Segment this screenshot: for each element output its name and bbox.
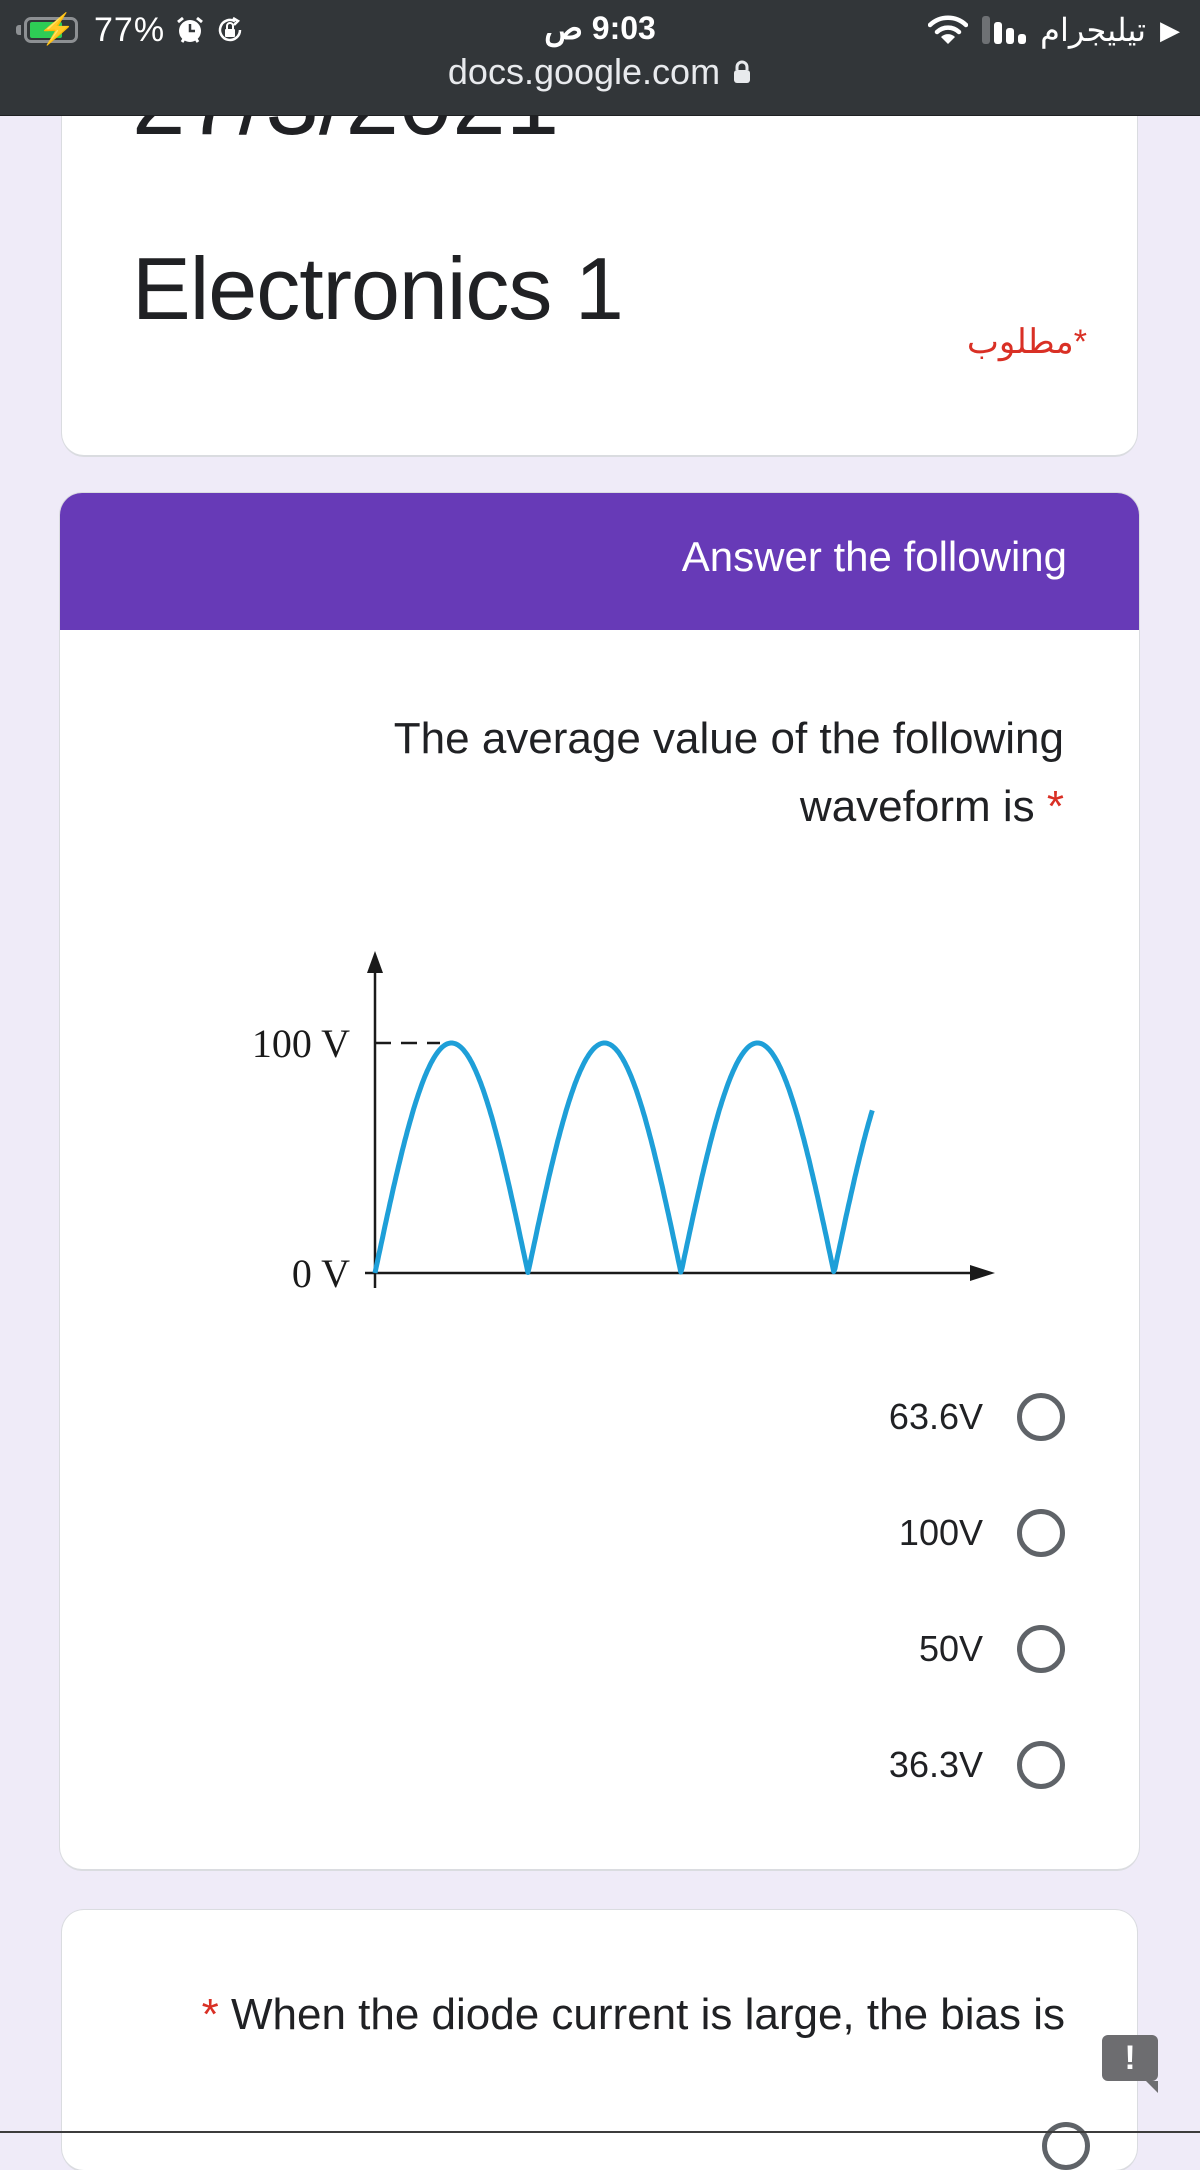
section-title: Answer the following [681,533,1067,580]
exclamation-icon: ! [1124,2039,1136,2077]
url-text: docs.google.com [447,51,721,92]
question-title: The average value of the following wavef… [304,705,1064,841]
form-header-card: 27/3/2021 Electronics 1 *مطلوب [62,52,1137,455]
signal-icon [982,16,1027,44]
answer-option[interactable]: 63.6V [565,1359,1065,1475]
waveform-chart: 100 V 0 V [252,951,995,1296]
question-text-2: When the diode current is large, the bia… [230,1990,1065,2039]
status-bar: ⚡ 77% 9:03 ص docs.google.com تيليجرام ▶ [0,0,1200,116]
required-asterisk: * [1046,782,1064,831]
y-tick-label-0: 0 V [292,1251,350,1296]
y-tick-label-100: 100 V [252,1021,350,1066]
app-indicator: تيليجرام [1040,12,1146,48]
radio-button[interactable] [1017,1741,1065,1789]
answer-option[interactable]: 100V [565,1475,1065,1591]
option-label: 100V [898,1512,983,1553]
waveform-line [372,1040,875,1275]
form-title: Electronics 1 [132,239,624,338]
answer-option[interactable]: 36.3V [565,1707,1065,1823]
required-note: *مطلوب [966,323,1087,361]
option-label: 50V [918,1628,983,1669]
url-bar[interactable]: docs.google.com [448,50,752,94]
radio-button[interactable] [1017,1509,1065,1557]
question-card: Answer the following The average value o… [60,493,1139,1869]
option-label: 36.3V [888,1744,983,1785]
y-axis-arrow [367,951,383,973]
required-asterisk: * [201,1990,219,2039]
status-right: تيليجرام ▶ [928,10,1180,50]
option-label: 63.6V [888,1396,983,1437]
lock-icon [734,60,751,83]
play-arrow-icon: ▶ [1160,14,1180,45]
radio-button[interactable] [1017,1393,1065,1441]
section-header: Answer the following [60,493,1139,630]
x-axis-arrow [970,1265,995,1281]
report-feedback-button[interactable]: ! [1102,2035,1158,2093]
wifi-icon [928,15,969,44]
question-text: The average value of the following wavef… [393,714,1064,831]
answer-options: 63.6V 100V 50V 36.3V [565,1359,1065,1823]
answer-option[interactable]: 50V [565,1591,1065,1707]
radio-button[interactable] [1017,1625,1065,1673]
question-title-2: * When the diode current is large, the b… [144,1990,1065,2040]
radio-button[interactable] [1042,2122,1090,2170]
